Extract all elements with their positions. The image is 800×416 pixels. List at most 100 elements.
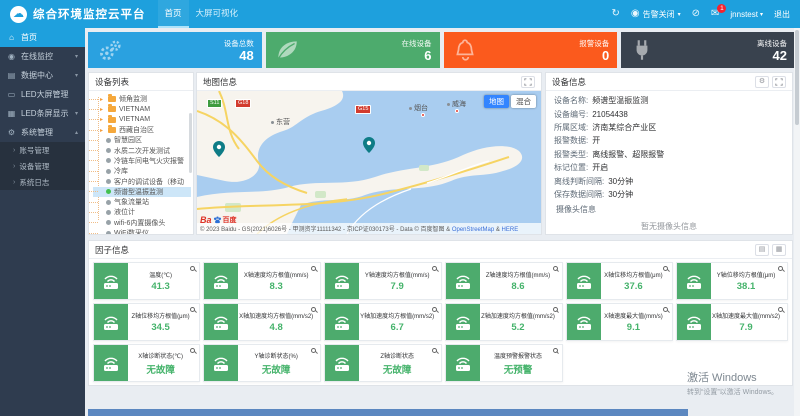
alarm-toggle-label: 告警关闭 — [643, 9, 675, 20]
tree-folder[interactable]: ▸VIETNAM — [93, 104, 191, 114]
sidebar-subitem-devices[interactable]: › 设备管理 — [0, 158, 85, 174]
magnifier-icon[interactable] — [553, 348, 558, 353]
map-pin-icon[interactable] — [213, 141, 225, 157]
stat-card-online-devices: 在线设备 6 — [266, 32, 440, 68]
magnifier-icon[interactable] — [311, 266, 316, 271]
scrollbar-thumb[interactable] — [795, 30, 799, 125]
magnifier-icon[interactable] — [190, 348, 195, 353]
tree-folder-label: 倾角监测 — [119, 94, 147, 104]
expand-icon[interactable] — [772, 76, 786, 88]
tree-device[interactable]: 客户的调试设备（移动 — [93, 176, 191, 186]
alarm-toggle-dropdown[interactable]: ◉ 告警关闭 ▾ — [631, 9, 681, 20]
app-title: 综合环境监控云平台 — [33, 6, 146, 22]
magnifier-icon[interactable] — [663, 307, 668, 312]
tree-device[interactable]: WiFi数采仪 — [93, 228, 191, 234]
watermark-line2: 转到“设置”以激活 Windows。 — [687, 387, 778, 397]
status-dot-icon — [106, 220, 111, 225]
tree-device-selected[interactable]: 频谱型温振监测 — [93, 187, 191, 197]
magnifier-icon[interactable] — [190, 266, 195, 271]
factor-label: Z轴诊断状态 — [380, 351, 414, 360]
magnifier-icon[interactable] — [432, 266, 437, 271]
device-tree: ▸倾角监测 ▸VIETNAM ▸VIETNAM ▸西藏自治区 智慧园区 水质二次… — [89, 91, 193, 234]
settings-gear-icon[interactable]: ⚙ — [755, 76, 769, 88]
tab-home[interactable]: 首页 — [158, 0, 189, 28]
map-layer-button-map[interactable]: 地图 — [484, 95, 509, 108]
magnifier-icon[interactable] — [190, 307, 195, 312]
map-pin-icon[interactable] — [363, 137, 375, 153]
sidebar-item-led-strip[interactable]: ▦ LED条屏显示 ▾ — [0, 104, 85, 123]
grid-view-icon[interactable]: ▦ — [772, 244, 786, 256]
logout-button[interactable]: 退出 — [774, 9, 790, 20]
tree-device[interactable]: 水质二次开发测试 — [93, 145, 191, 155]
database-icon: ▤ — [7, 71, 16, 80]
page-scrollbar[interactable] — [794, 28, 800, 416]
mute-bell-icon[interactable]: ⊘ — [692, 9, 700, 19]
chevron-right-icon: › — [13, 163, 15, 170]
chevron-down-icon: ▾ — [75, 110, 78, 117]
chevron-down-icon: ▾ — [75, 53, 78, 60]
factor-label: 温度(℃) — [149, 270, 172, 279]
factor-label: 温度预警报警状态 — [494, 351, 542, 360]
magnifier-icon[interactable] — [778, 266, 783, 271]
magnifier-icon[interactable] — [778, 307, 783, 312]
plug-icon — [629, 37, 655, 63]
field-value: 频谱型温振监测 — [592, 95, 648, 106]
magnifier-icon[interactable] — [663, 266, 668, 271]
message-icon[interactable]: ✉ 1 — [711, 9, 719, 19]
list-view-icon[interactable]: ▤ — [755, 244, 769, 256]
tree-device-label: 冷链车间电气火灾报警 — [114, 156, 184, 166]
sidebar-subitem-accounts[interactable]: › 账号管理 — [0, 142, 85, 158]
sidebar-item-system[interactable]: ⚙ 系统管理 ▴ — [0, 123, 85, 142]
sidebar-item-label: 首页 — [21, 32, 37, 43]
factor-card: X轴诊断状态(℃)无故障 — [93, 344, 200, 382]
tree-folder[interactable]: ▸西藏自治区 — [93, 125, 191, 135]
magnifier-icon[interactable] — [432, 348, 437, 353]
map-canvas[interactable]: S11 G18 G15 东营 烟台 威海 地图 混合 Ba 百度 © 2023 … — [197, 91, 541, 234]
tab-bigscreen[interactable]: 大屏可视化 — [189, 0, 246, 28]
tree-folder[interactable]: ▸VIETNAM — [93, 115, 191, 125]
status-dot-icon — [106, 169, 111, 174]
magnifier-icon[interactable] — [432, 307, 437, 312]
poi-dot — [421, 113, 425, 117]
field-label: 标记位置: — [554, 162, 588, 173]
sidebar-item-online-monitoring[interactable]: ◉ 在线监控 ▾ — [0, 47, 85, 66]
tree-device-label: 频谱型温振监测 — [114, 187, 163, 197]
tree-device[interactable]: 气象流量站 — [93, 197, 191, 207]
leaf-icon — [274, 37, 300, 63]
magnifier-icon[interactable] — [311, 348, 316, 353]
tree-device[interactable]: 冷链车间电气火灾报警 — [93, 156, 191, 166]
magnifier-icon[interactable] — [553, 307, 558, 312]
field-label: 报警类型: — [554, 149, 588, 160]
user-dropdown[interactable]: jnnstest ▾ — [730, 10, 763, 19]
tree-device-label: 智慧园区 — [114, 135, 142, 145]
factor-label: X轴速度均方根值(mm/s) — [244, 270, 309, 279]
osm-link[interactable]: OpenStreetMap — [452, 227, 494, 233]
magnifier-icon[interactable] — [311, 307, 316, 312]
tree-folder-label: VIETNAM — [119, 106, 150, 113]
sidebar-item-led-screen[interactable]: ▭ LED大屏管理 — [0, 85, 85, 104]
expand-icon[interactable] — [521, 76, 535, 88]
factor-card: Z轴位移均方根值(μm)34.5 — [93, 303, 200, 341]
tree-device[interactable]: wifi-6内置摄像头 — [93, 218, 191, 228]
tree-folder[interactable]: ▸倾角监测 — [93, 94, 191, 104]
tree-device[interactable]: 智慧园区 — [93, 135, 191, 145]
sidebar-item-home[interactable]: ⌂ 首页 — [0, 28, 85, 47]
tree-device[interactable]: 冷库 — [93, 166, 191, 176]
sensor-icon — [567, 304, 601, 340]
here-link[interactable]: HERE — [502, 227, 519, 233]
panel-title: 设备信息 — [552, 76, 586, 88]
tree-device[interactable]: 液位计 — [93, 207, 191, 217]
factor-card: 温度(℃)41.3 — [93, 262, 200, 300]
sidebar-item-data-center[interactable]: ▤ 数据中心 ▾ — [0, 66, 85, 85]
sidebar-subitem-logs[interactable]: › 系统日志 — [0, 174, 85, 190]
refresh-icon[interactable]: ↻ — [611, 9, 619, 19]
watermark-line1: 激活 Windows — [687, 369, 778, 385]
tree-scrollbar[interactable] — [189, 113, 192, 173]
factor-label: X轴加速度最大值(mm/s2) — [712, 311, 780, 320]
factor-value: 34.5 — [151, 322, 170, 333]
map-layer-button-hybrid[interactable]: 混合 — [511, 95, 536, 108]
magnifier-icon[interactable] — [553, 266, 558, 271]
status-dot-icon — [106, 158, 111, 163]
factor-value: 38.1 — [737, 281, 756, 292]
panel-title: 设备列表 — [95, 76, 129, 88]
